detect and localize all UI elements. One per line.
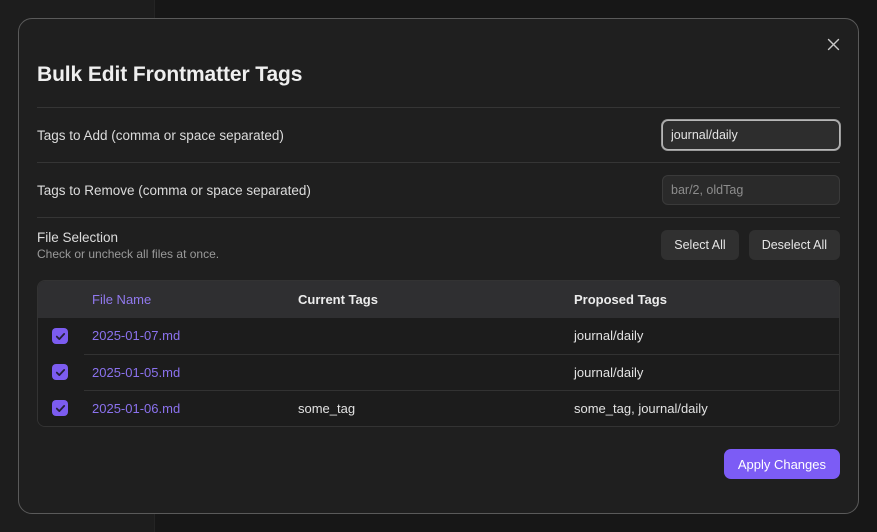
column-header-proposed-tags: Proposed Tags bbox=[566, 281, 839, 318]
cell-current-tags bbox=[290, 318, 566, 354]
file-table-container: File Name Current Tags Proposed Tags 202… bbox=[37, 280, 840, 427]
row-checkbox[interactable] bbox=[52, 364, 68, 380]
file-table-body: 2025-01-07.md journal/daily 2025-01-05.md j… bbox=[38, 318, 839, 426]
setting-row-tags-to-remove: Tags to Remove (comma or space separated… bbox=[37, 163, 840, 217]
file-table: File Name Current Tags Proposed Tags 202… bbox=[38, 281, 839, 426]
tags-to-add-label: Tags to Add (comma or space separated) bbox=[37, 128, 284, 143]
column-header-current-tags: Current Tags bbox=[290, 281, 566, 318]
cell-file-name: 2025-01-06.md bbox=[84, 390, 290, 426]
cell-proposed-tags: journal/daily bbox=[566, 318, 839, 354]
select-all-button[interactable]: Select All bbox=[661, 230, 738, 260]
close-icon[interactable] bbox=[820, 31, 846, 57]
file-selection-description: Check or uncheck all files at once. bbox=[37, 247, 219, 261]
deselect-all-button[interactable]: Deselect All bbox=[749, 230, 840, 260]
cell-file-name: 2025-01-05.md bbox=[84, 354, 290, 390]
table-row: 2025-01-05.md journal/daily bbox=[38, 354, 839, 390]
file-link[interactable]: 2025-01-06.md bbox=[92, 401, 180, 416]
row-checkbox[interactable] bbox=[52, 328, 68, 344]
bulk-edit-tags-modal: Bulk Edit Frontmatter Tags Tags to Add (… bbox=[18, 18, 859, 514]
tags-to-add-input[interactable] bbox=[662, 120, 840, 150]
row-checkbox-cell bbox=[38, 390, 84, 426]
apply-changes-button[interactable]: Apply Changes bbox=[724, 449, 840, 479]
cell-proposed-tags: some_tag, journal/daily bbox=[566, 390, 839, 426]
file-link[interactable]: 2025-01-07.md bbox=[92, 328, 180, 343]
file-table-header: File Name Current Tags Proposed Tags bbox=[38, 281, 839, 318]
checkbox-column-header bbox=[38, 281, 84, 318]
table-row: 2025-01-07.md journal/daily bbox=[38, 318, 839, 354]
row-checkbox-cell bbox=[38, 318, 84, 354]
table-header-row: File Name Current Tags Proposed Tags bbox=[38, 281, 839, 318]
row-checkbox-cell bbox=[38, 354, 84, 390]
cell-current-tags bbox=[290, 354, 566, 390]
tags-to-remove-input[interactable] bbox=[662, 175, 840, 205]
setting-row-file-selection: File Selection Check or uncheck all file… bbox=[37, 218, 840, 272]
page-title: Bulk Edit Frontmatter Tags bbox=[37, 19, 840, 107]
tags-to-remove-label: Tags to Remove (comma or space separated… bbox=[37, 183, 311, 198]
column-header-file-name: File Name bbox=[84, 281, 290, 318]
file-selection-label: File Selection bbox=[37, 230, 219, 245]
cell-proposed-tags: journal/daily bbox=[566, 354, 839, 390]
setting-row-tags-to-add: Tags to Add (comma or space separated) bbox=[37, 108, 840, 162]
cell-current-tags: some_tag bbox=[290, 390, 566, 426]
file-link[interactable]: 2025-01-05.md bbox=[92, 365, 180, 380]
modal-footer: Apply Changes bbox=[37, 427, 840, 479]
row-checkbox[interactable] bbox=[52, 400, 68, 416]
table-row: 2025-01-06.md some_tagsome_tag, journal/d… bbox=[38, 390, 839, 426]
cell-file-name: 2025-01-07.md bbox=[84, 318, 290, 354]
